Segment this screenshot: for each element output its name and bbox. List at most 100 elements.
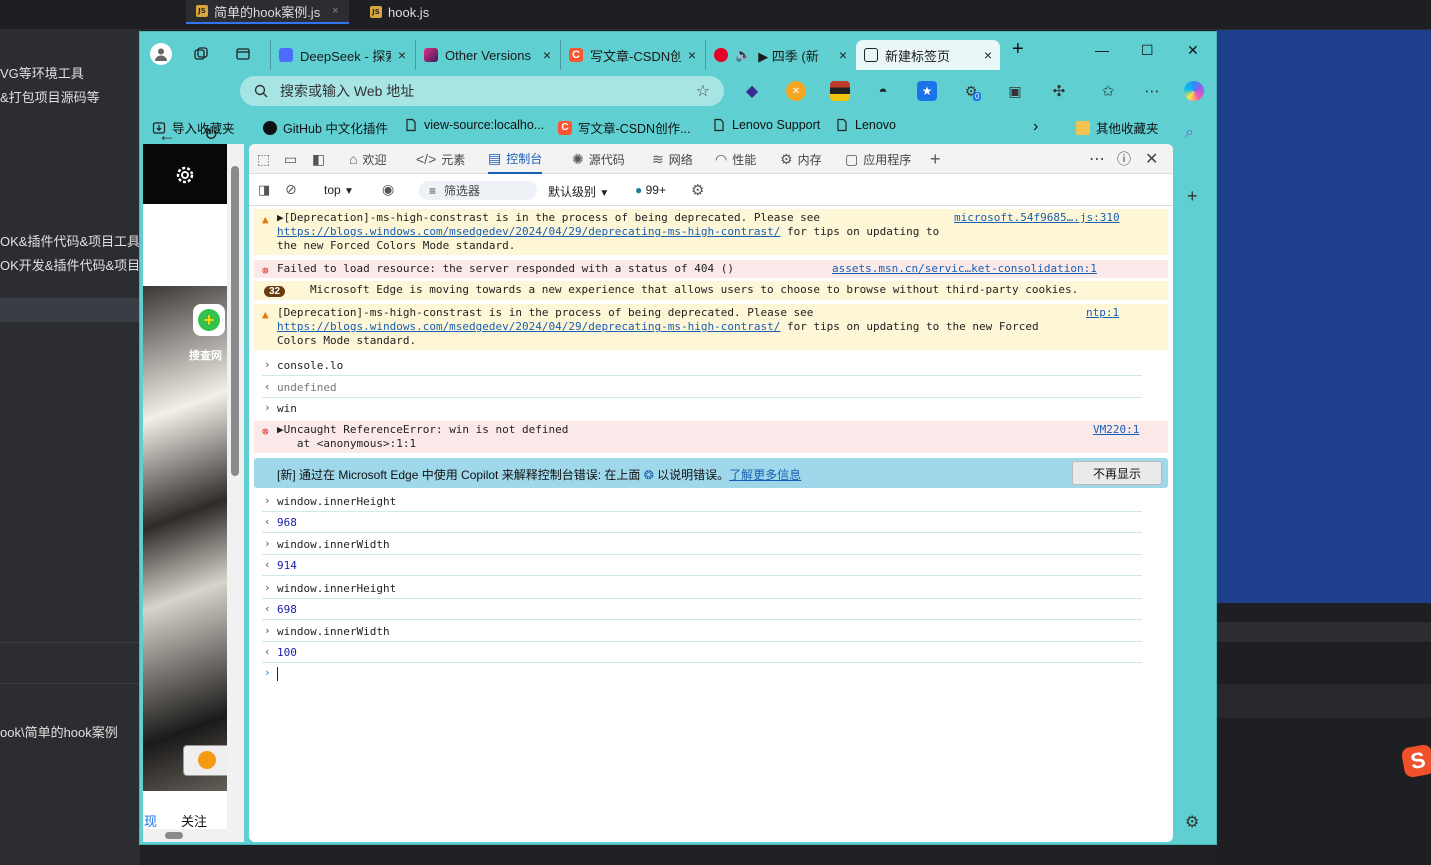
more-icon[interactable]: ⋯ (1142, 81, 1162, 101)
sidebar-toggle-icon[interactable]: ◨ (258, 182, 270, 198)
tab-welcome[interactable]: ⌂ 欢迎 (349, 144, 386, 174)
dock-side-icon[interactable]: ◧ (312, 144, 325, 174)
favorites-icon[interactable]: ✩ (1098, 81, 1118, 101)
vertical-scrollbar[interactable] (227, 144, 244, 842)
project-tree-item[interactable]: &打包项目源码等 (0, 87, 100, 106)
nav-tab-discover[interactable]: 现 (144, 811, 157, 830)
flag-extension-icon[interactable] (830, 81, 850, 101)
workspaces-icon[interactable] (190, 43, 212, 65)
bookmark-lenovo-support[interactable]: Lenovo Support (712, 118, 820, 132)
floating-button[interactable] (183, 745, 233, 776)
console-settings-icon[interactable]: ⚙ (691, 181, 704, 199)
project-tree-item[interactable]: OK&插件代码&项目工具 (0, 231, 140, 250)
close-icon[interactable]: × (332, 5, 338, 17)
tab-actions-icon[interactable] (232, 43, 254, 65)
add-sidebar-app-icon[interactable]: + (1187, 186, 1198, 207)
clear-console-icon[interactable]: ⊘ (285, 181, 297, 198)
nav-tab-follow[interactable]: 关注 (181, 811, 207, 830)
sogou-input-icon[interactable]: S (1400, 743, 1431, 779)
bookmark-import[interactable]: 导入收藏夹 (152, 118, 235, 137)
minimize-button[interactable]: — (1095, 42, 1109, 58)
message-source-link[interactable]: assets.msn.cn/servic…ket-consolidation:1 (832, 262, 1097, 275)
bookmark-github[interactable]: GitHub 中文化插件 (263, 118, 388, 137)
bookmark-star-extension-icon[interactable]: ★ (917, 81, 937, 101)
tab-deepseek[interactable]: DeepSeek - 探索未至之境 × (270, 40, 414, 70)
console-filter-input[interactable]: ≡ 筛选器 (419, 181, 537, 200)
bookmark-other-folder[interactable]: 其他收藏夹 (1076, 118, 1159, 137)
chevron-right-icon[interactable]: › (1033, 118, 1038, 136)
expand-arrow-icon[interactable]: ▶ (277, 423, 284, 436)
settings-gear-icon[interactable] (174, 164, 196, 186)
close-window-button[interactable]: ✕ (1187, 42, 1199, 59)
hacker-extension-icon[interactable]: ◓ (873, 81, 893, 101)
new-tab-button[interactable]: + (1012, 38, 1024, 61)
close-devtools-icon[interactable]: ✕ (1145, 144, 1158, 174)
context-selector[interactable]: top ▼ (324, 183, 354, 197)
address-bar[interactable]: 搜索或输入 Web 地址 ☆ (240, 76, 724, 106)
message-source-link[interactable]: ntp:1 (1086, 306, 1119, 319)
extensions-icon[interactable]: ✣ (1049, 81, 1069, 101)
editor-tab-hook[interactable]: JS hook.js (370, 0, 429, 24)
scrollbar-thumb[interactable] (231, 166, 239, 476)
close-icon[interactable]: × (688, 47, 696, 63)
bookmark-view-source[interactable]: view-source:localho... (404, 118, 544, 132)
tab-memory[interactable]: ⚙ 内存 (780, 144, 822, 174)
editor-tab-bar: JS 简单的hook案例.js × JS hook.js (0, 0, 1431, 30)
bookmark-csdn[interactable]: C 写文章-CSDN创作... (558, 118, 691, 137)
maximize-button[interactable]: ☐ (1141, 42, 1154, 59)
tab-elements[interactable]: </> 元素 (416, 144, 465, 174)
tab-network[interactable]: ≋ 网络 (652, 144, 693, 174)
tab-sources[interactable]: ✺ 源代码 (572, 144, 625, 174)
csdn-icon: C (558, 120, 572, 135)
tab-csdn[interactable]: C 写文章-CSDN创作中心 × (560, 40, 704, 70)
message-source-link[interactable]: VM220:1 (1093, 423, 1139, 436)
timer-extension-icon[interactable]: ✕ (786, 81, 806, 101)
close-icon[interactable]: × (398, 47, 406, 63)
profile-icon[interactable] (150, 43, 172, 65)
speaker-icon[interactable]: 🔈 (735, 47, 751, 63)
more-options-icon[interactable]: ⋯ (1089, 144, 1105, 174)
message-link[interactable]: https://blogs.windows.com/msedgedev/2024… (277, 320, 780, 333)
banner-body: [新] 通过在 Microsoft Edge 中使用 Copilot 来解释控制… (277, 468, 641, 482)
tab-other-versions[interactable]: Other Versions × (415, 40, 559, 70)
message-source-link[interactable]: microsoft.54f9685….js:310 (954, 211, 1120, 224)
close-icon[interactable]: × (839, 47, 847, 63)
close-icon[interactable]: × (543, 47, 551, 63)
learn-more-link[interactable]: 了解更多信息 (729, 468, 801, 482)
tab-console[interactable]: ▤ 控制台 (488, 144, 543, 174)
scrollbar-thumb[interactable] (165, 832, 183, 839)
tab-netease-music[interactable]: 🔈 ▶ 四季 (新 × (705, 40, 855, 70)
close-icon[interactable]: × (984, 47, 992, 63)
layers-extension-icon[interactable]: ◆ (742, 81, 762, 101)
search-icon[interactable]: ⌕ (1185, 124, 1194, 142)
message-count-badge: 32 (264, 284, 286, 297)
expand-arrow-icon[interactable]: ▶ (277, 211, 284, 224)
folder-icon (1076, 120, 1090, 135)
log-level-selector[interactable]: 默认级别 ▼ (548, 183, 609, 200)
message-link[interactable]: https://blogs.windows.com/msedgedev/2024… (277, 225, 780, 238)
devtools-panel: ⬚ ▭ ◧ ⌂ 欢迎 </> 元素 ▤ 控制台 ✺ 源代码 ≋ 网络 ◠ 性能 ⚙ 内存 ▢ 应… (249, 144, 1173, 842)
more-tabs-plus-icon[interactable]: + (930, 144, 941, 174)
live-expression-eye-icon[interactable]: ◉ (382, 181, 394, 198)
script-extension-icon[interactable]: ⚙ 0 (961, 81, 982, 101)
bookmark-lenovo[interactable]: Lenovo (835, 118, 896, 132)
console-error: ⊗ ▶Uncaught ReferenceError: win is not d… (254, 421, 1168, 453)
tab-application[interactable]: ▢ 应用程序 (845, 144, 911, 174)
issues-counter[interactable]: ● 99+ (635, 183, 666, 197)
devtools-extension-icon[interactable]: ▣ (1005, 81, 1025, 101)
message-body: for tips on updating to the new Forced (780, 320, 1039, 333)
sidebar-settings-icon[interactable]: ⚙ (1185, 812, 1199, 832)
tab-new-tab[interactable]: 新建标签页 × (856, 40, 1000, 70)
bug-icon: ✺ (572, 150, 584, 167)
app-shortcut[interactable]: + (193, 304, 225, 336)
editor-tab-hook-demo[interactable]: JS 简单的hook案例.js × (186, 0, 349, 24)
copilot-icon[interactable] (1184, 81, 1204, 101)
favorite-star-icon[interactable]: ☆ (696, 81, 710, 101)
tab-performance[interactable]: ◠ 性能 (715, 144, 756, 174)
inspect-element-icon[interactable]: ⬚ (257, 144, 270, 174)
dont-show-again-button[interactable]: 不再显示 (1072, 461, 1162, 485)
console-prompt[interactable]: › (262, 664, 1142, 684)
device-emulation-icon[interactable]: ▭ (284, 144, 297, 174)
project-tree-item[interactable]: VG等环境工具 (0, 63, 84, 82)
help-icon[interactable]: ⓘ (1117, 144, 1131, 174)
